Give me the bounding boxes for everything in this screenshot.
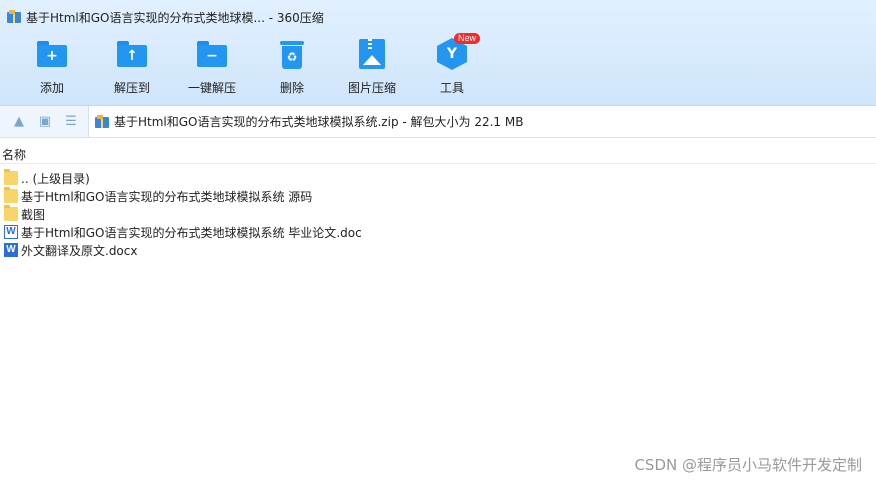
word-docx-icon: W xyxy=(4,243,18,257)
toolbar: + 添加 ↑ 解压到 − 一键解压 ♻ 删除 图片压缩 Y New 工具 xyxy=(0,33,876,102)
image-compress-label: 图片压缩 xyxy=(347,81,396,95)
list-item-name: 基于Html和GO语言实现的分布式类地球模拟系统 毕业论文.doc xyxy=(21,225,362,240)
list-item[interactable]: 截图 xyxy=(0,205,600,223)
image-compress-button[interactable]: 图片压缩 xyxy=(335,36,409,100)
file-list: 名称 .. (上级目录) 基于Html和GO语言实现的分布式类地球模拟系统 源码… xyxy=(0,146,876,483)
delete-label: 删除 xyxy=(279,81,304,95)
folder-icon xyxy=(4,187,18,203)
list-item-name: 外文翻译及原文.docx xyxy=(21,243,138,258)
header-area: 基于Html和GO语言实现的分布式类地球模... - 360压缩 + 添加 ↑ … xyxy=(0,0,876,106)
list-item-name: 截图 xyxy=(21,207,46,222)
one-click-extract-label: 一键解压 xyxy=(187,81,236,95)
csdn-watermark: CSDN @程序员小马软件开发定制 xyxy=(634,456,862,474)
list-view-icon[interactable]: ☰ xyxy=(63,114,79,130)
word-doc-icon: W xyxy=(4,225,18,239)
image-compress-icon xyxy=(354,36,390,72)
up-arrow-icon[interactable]: ▲ xyxy=(11,114,27,130)
one-click-extract-icon: − xyxy=(194,36,230,72)
archive-app-icon xyxy=(7,10,21,24)
zip-file-icon xyxy=(95,114,109,129)
add-button[interactable]: + 添加 xyxy=(15,36,89,100)
list-item[interactable]: W 外文翻译及原文.docx xyxy=(0,241,600,259)
extract-folder-icon: ↑ xyxy=(114,36,150,72)
address-row: ▲ ▣ ☰ 基于Html和GO语言实现的分布式类地球模拟系统.zip - 解包大… xyxy=(0,106,876,138)
folder-icon xyxy=(4,205,18,221)
folder-icon xyxy=(4,169,18,185)
extract-to-button[interactable]: ↑ 解压到 xyxy=(95,36,169,100)
tools-icon: Y New xyxy=(434,33,481,72)
list-item-name: 基于Html和GO语言实现的分布式类地球模拟系统 源码 xyxy=(21,189,313,204)
recycle-bin-icon: ♻ xyxy=(274,36,310,72)
list-item[interactable]: .. (上级目录) xyxy=(0,169,600,187)
thumbnail-view-icon[interactable]: ▣ xyxy=(37,114,53,130)
address-text: 基于Html和GO语言实现的分布式类地球模拟系统.zip - 解包大小为 22.… xyxy=(114,115,524,129)
title-bar: 基于Html和GO语言实现的分布式类地球模... - 360压缩 xyxy=(0,0,876,34)
address-bar[interactable]: 基于Html和GO语言实现的分布式类地球模拟系统.zip - 解包大小为 22.… xyxy=(88,106,876,137)
add-folder-icon: + xyxy=(34,36,70,72)
list-item[interactable]: 基于Html和GO语言实现的分布式类地球模拟系统 源码 xyxy=(0,187,600,205)
list-item-name: .. (上级目录) xyxy=(21,171,90,186)
tools-button[interactable]: Y New 工具 xyxy=(415,33,489,100)
extract-to-label: 解压到 xyxy=(113,81,150,95)
add-label: 添加 xyxy=(39,81,64,95)
list-item[interactable]: W 基于Html和GO语言实现的分布式类地球模拟系统 毕业论文.doc xyxy=(0,223,600,241)
tools-label: 工具 xyxy=(439,81,464,95)
window-title: 基于Html和GO语言实现的分布式类地球模... - 360压缩 xyxy=(26,10,324,25)
column-header-name[interactable]: 名称 xyxy=(0,146,876,164)
new-badge: New xyxy=(454,33,481,44)
one-click-extract-button[interactable]: − 一键解压 xyxy=(175,36,249,100)
delete-button[interactable]: ♻ 删除 xyxy=(255,36,329,100)
